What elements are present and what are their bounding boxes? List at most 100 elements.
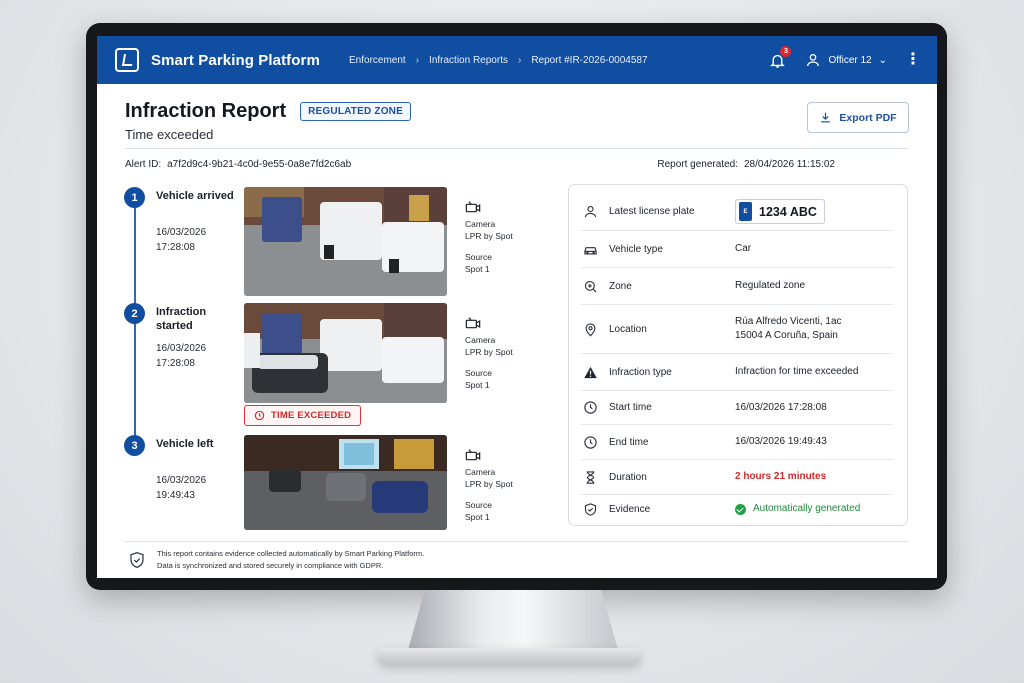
event-date: 16/03/2026 — [156, 343, 207, 354]
event-source: Camera LPR by Spot Source Spot 1 — [465, 448, 513, 523]
breadcrumb: Enforcement › Infraction Reports › Repor… — [349, 36, 648, 84]
alert-id: Alert ID: a7f2d9c4-9b21-4c0d-9e55-0a8e7fd… — [125, 159, 351, 170]
detail-value: Rúa Alfredo Vicenti, 1ac 15004 A Coruña,… — [735, 315, 893, 343]
event-datetime: 16/03/2026 19:49:43 — [156, 473, 206, 503]
download-icon — [821, 112, 831, 123]
detail-value: Infraction for time exceeded — [735, 366, 859, 377]
license-plate: E 1234 ABC — [735, 199, 825, 224]
event-datetime: 16/03/2026 17:28:08 — [156, 341, 206, 371]
breadcrumb-infraction-reports[interactable]: Infraction Reports — [429, 55, 508, 66]
detail-row-evidence: Evidence Automatically generated — [581, 495, 893, 523]
detail-label: Evidence — [609, 503, 651, 515]
evidence-status: Automatically generated — [753, 503, 861, 514]
camera-label: Camera — [465, 467, 496, 477]
evidence-photo[interactable] — [244, 303, 447, 403]
alert-id-value: a7f2d9c4-9b21-4c0d-9e55-0a8e7fd2c6ab — [167, 159, 352, 170]
detail-label: Latest license plate — [609, 206, 695, 217]
export-pdf-label: Export PDF — [839, 111, 897, 124]
event-date: 16/03/2026 — [156, 475, 207, 486]
camera-value: LPR by Spot — [465, 347, 513, 357]
camera-icon — [465, 317, 481, 329]
breadcrumb-current-report: Report #IR-2026-0004587 — [531, 54, 648, 66]
detail-label: Infraction type — [609, 366, 672, 378]
notifications-button[interactable]: 3 — [767, 46, 792, 70]
page-title: Infraction Report — [125, 100, 287, 122]
source-label: Source — [465, 252, 492, 262]
source-value: Spot 1 — [465, 380, 490, 390]
detail-value: 16/03/2026 19:49:43 — [735, 436, 827, 447]
detail-value: 16/03/2026 17:28:08 — [735, 401, 827, 413]
timeline-event-arrived: 1 Vehicle arrived 16/03/2026 17:28:08 Ca… — [124, 187, 544, 297]
report-generated-label: Report generated: — [657, 159, 738, 170]
detail-label: Location — [609, 323, 647, 335]
time-exceeded-badge: TIME EXCEEDED — [244, 405, 362, 426]
screen: Smart Parking Platform Enforcement › Inf… — [97, 36, 937, 578]
detail-label: Zone — [609, 280, 632, 292]
camera-icon — [465, 449, 481, 461]
shield-check-icon — [581, 500, 599, 518]
export-pdf-button[interactable]: Export PDF — [807, 102, 909, 133]
event-title: Vehicle arrived — [156, 190, 234, 202]
evidence-photo[interactable] — [244, 435, 447, 530]
detail-row-duration: Duration 2 hours 21 minutes — [581, 460, 893, 495]
event-time: 17:28:08 — [156, 358, 195, 369]
user-menu[interactable]: Officer 12 ⌄ — [805, 52, 887, 68]
step-number: 2 — [124, 303, 145, 324]
footer-line-2: Data is synchronized and stored securely… — [157, 561, 384, 570]
top-navigation-bar: Smart Parking Platform Enforcement › Inf… — [97, 36, 937, 84]
detail-row-location: Location Rúa Alfredo Vicenti, 1ac 15004 … — [581, 305, 893, 354]
camera-label: Camera — [465, 219, 496, 229]
check-circle-icon — [735, 503, 746, 515]
evidence-photo[interactable] — [244, 187, 447, 296]
infraction-details-card: Latest license plate E 1234 ABC Vehicle … — [568, 184, 908, 526]
event-source: Camera LPR by Spot Source Spot 1 — [465, 200, 513, 275]
divider — [125, 541, 909, 542]
report-meta: Alert ID: a7f2d9c4-9b21-4c0d-9e55-0a8e7fd… — [125, 159, 835, 170]
monitor-stand-base — [378, 648, 640, 664]
detail-row-start-time: Start time 16/03/2026 17:28:08 — [581, 391, 893, 425]
street-scene-image — [244, 303, 447, 403]
detail-label: Start time — [609, 402, 652, 413]
detail-label: Vehicle type — [609, 243, 663, 255]
event-title: Infraction started — [156, 306, 207, 332]
detail-value: E 1234 ABC — [735, 199, 893, 224]
footer-note: This report contains evidence collected … — [129, 548, 424, 572]
detail-label: End time — [609, 436, 649, 448]
address-line-1: Rúa Alfredo Vicenti, 1ac — [735, 316, 842, 327]
car-icon — [581, 240, 599, 258]
chevron-right-icon: › — [415, 54, 420, 66]
step-number: 3 — [124, 435, 145, 456]
report-header: Infraction Report REGULATED ZONE Time ex… — [125, 100, 411, 142]
source-label: Source — [465, 500, 492, 510]
notifications-badge: 3 — [780, 46, 792, 57]
detail-label: Duration — [609, 471, 647, 483]
detail-row-infraction-type: Infraction type Infraction for time exce… — [581, 354, 893, 391]
footer-line-1: This report contains evidence collected … — [157, 549, 425, 558]
clock-icon — [581, 399, 599, 417]
source-value: Spot 1 — [465, 512, 490, 522]
brand[interactable]: Smart Parking Platform — [115, 48, 320, 72]
time-exceeded-label: TIME EXCEEDED — [271, 410, 352, 421]
clock-icon — [581, 433, 599, 451]
detail-row-license-plate: Latest license plate E 1234 ABC — [581, 193, 893, 231]
event-datetime: 16/03/2026 17:28:08 — [156, 225, 206, 255]
detail-value: Car — [735, 243, 752, 254]
hourglass-icon — [581, 468, 599, 486]
shield-check-icon — [130, 552, 144, 568]
address-line-2: 15004 A Coruña, Spain — [735, 330, 838, 341]
more-options-icon[interactable]: ⋮ — [905, 52, 921, 68]
street-scene-image — [244, 187, 447, 296]
user-name: Officer 12 — [828, 54, 872, 66]
user-icon — [807, 54, 820, 67]
zone-search-icon — [581, 277, 599, 295]
clock-icon — [254, 410, 265, 421]
camera-value: LPR by Spot — [465, 231, 513, 241]
timeline-event-infraction-started: 2 Infraction started 16/03/2026 17:28:08… — [124, 303, 544, 413]
monitor-stand-neck — [408, 590, 618, 650]
step-number: 1 — [124, 187, 145, 208]
plate-number: 1234 ABC — [759, 204, 817, 219]
event-date: 16/03/2026 — [156, 227, 207, 238]
page-subtitle: Time exceeded — [125, 127, 214, 142]
breadcrumb-enforcement[interactable]: Enforcement — [349, 55, 406, 66]
parking-logo-icon — [115, 48, 139, 72]
